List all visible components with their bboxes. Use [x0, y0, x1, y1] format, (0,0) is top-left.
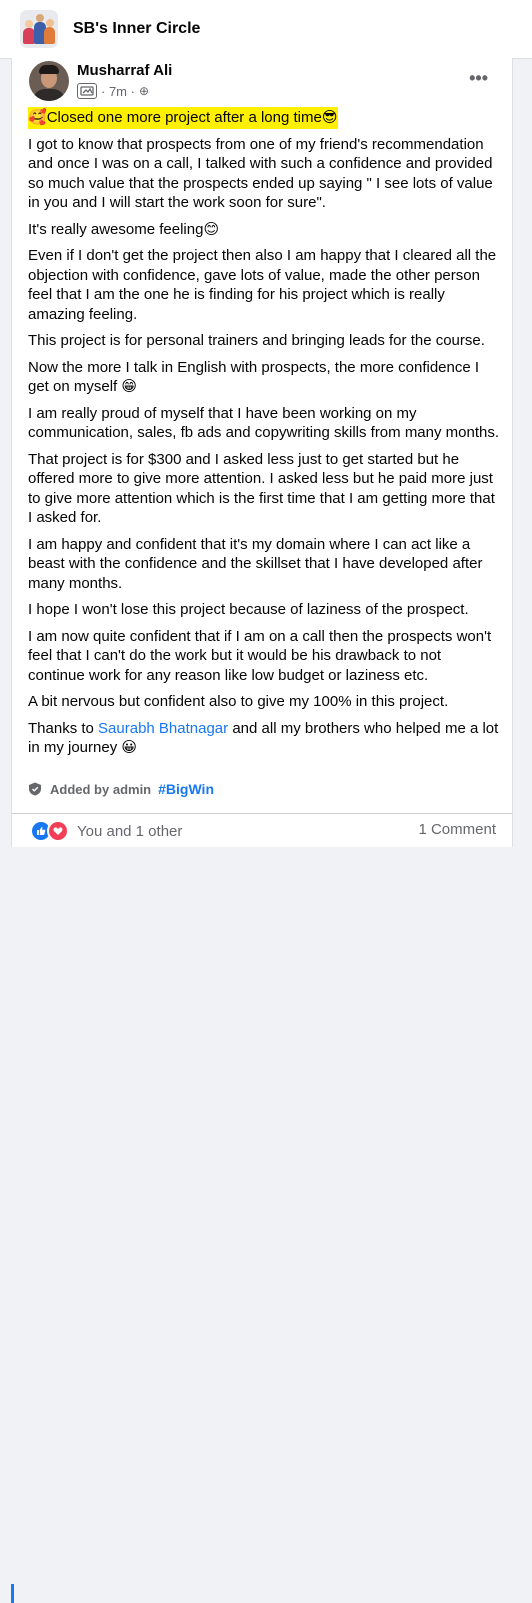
- love-icon: [47, 820, 69, 842]
- hashtag-link[interactable]: #BigWin: [158, 781, 214, 797]
- paragraph-9: A bit nervous but confident also to give…: [28, 693, 449, 710]
- post-time[interactable]: · 7m ·: [101, 84, 135, 99]
- post-body: 🥰Closed one more project after a long ti…: [28, 107, 500, 765]
- paragraph-thanks: Thanks to Saurabh Bhatnagar and all my b…: [28, 719, 499, 757]
- author-name[interactable]: Musharraf Ali: [77, 62, 172, 79]
- grinning-emoji: 😁: [121, 377, 138, 395]
- smiling-emoji: 😊: [203, 219, 220, 238]
- paragraph-8: I am now quite confident that if I am on…: [28, 627, 492, 684]
- reactions-count[interactable]: You and 1 other: [77, 823, 182, 840]
- paragraph-english: Now the more I talk in English with pros…: [28, 358, 480, 396]
- group-thumbnail[interactable]: [20, 10, 58, 48]
- paragraph-7: I hope I won't lose this project because…: [28, 601, 469, 618]
- badge-icon[interactable]: [77, 83, 97, 99]
- smiling-face-hearts-emoji: 🥰: [28, 108, 47, 126]
- shield-icon: [29, 782, 41, 796]
- sunglasses-emoji: 😎: [321, 108, 338, 126]
- globe-icon: ⊕: [138, 84, 150, 98]
- focus-accent: [11, 1584, 14, 1603]
- post-meta: · 7m · ⊕: [77, 83, 149, 99]
- paragraph-awesome: It's really awesome feeling😊: [28, 219, 220, 238]
- grin-emoji: 😀: [121, 738, 138, 756]
- group-name[interactable]: SB's Inner Circle: [73, 20, 200, 38]
- author-avatar[interactable]: [29, 61, 69, 101]
- added-by-label: Added by admin: [50, 781, 152, 797]
- comments-count[interactable]: 1 Comment: [418, 821, 496, 838]
- paragraph-1: I got to know that prospects from one of…: [28, 135, 493, 212]
- headline-text: Closed one more project after a long tim…: [46, 109, 322, 126]
- group-header: SB's Inner Circle: [0, 0, 532, 59]
- post-card: Musharraf Ali · 7m · ⊕ ••• 🥰Closed one m…: [11, 58, 513, 1603]
- mention-link[interactable]: Saurabh Bhatnagar: [98, 720, 228, 737]
- post-headline: 🥰Closed one more project after a long ti…: [28, 107, 500, 129]
- more-options-icon[interactable]: •••: [469, 68, 488, 89]
- paragraph-3: This project is for personal trainers an…: [28, 332, 485, 349]
- paragraph-6: I am happy and confident that it's my do…: [28, 535, 483, 592]
- paragraph-4: I am really proud of myself that I have …: [28, 404, 500, 442]
- reactions-summary[interactable]: You and 1 other: [30, 820, 182, 842]
- paragraph-5: That project is for $300 and I asked les…: [28, 450, 495, 527]
- reactions-bar: You and 1 other 1 Comment: [11, 813, 512, 1603]
- paragraph-2: Even if I don't get the project then als…: [28, 247, 497, 323]
- added-by-row: Added by admin #BigWin: [28, 781, 214, 797]
